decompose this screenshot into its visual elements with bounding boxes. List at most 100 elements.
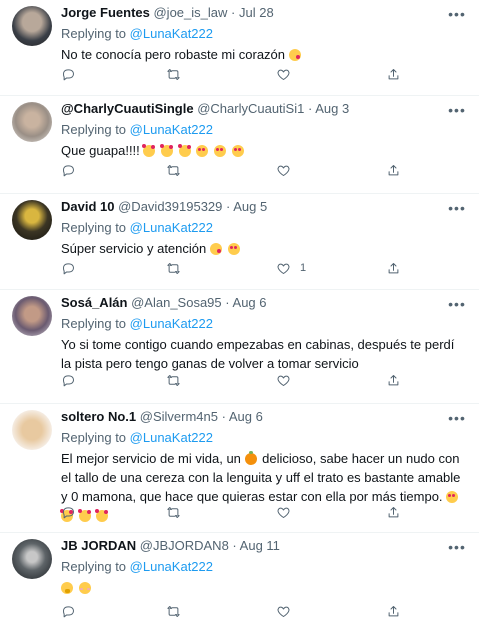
smiling-face-emoji <box>78 582 91 594</box>
more-icon[interactable]: ••• <box>447 411 467 430</box>
mention-link[interactable]: @LunaKat222 <box>130 316 213 331</box>
author-handle[interactable]: @joe_is_law <box>153 5 227 20</box>
tweet-date[interactable]: Jul 28 <box>239 5 274 20</box>
author-handle[interactable]: @Silverm4n5 <box>140 409 218 424</box>
tweet-date[interactable]: Aug 3 <box>315 101 349 116</box>
share-button[interactable] <box>386 160 401 180</box>
reply-button[interactable] <box>61 370 76 390</box>
retweet-button[interactable] <box>166 64 181 84</box>
more-icon[interactable]: ••• <box>447 540 467 559</box>
share-button[interactable] <box>386 370 401 390</box>
share-button[interactable] <box>386 64 401 84</box>
heart-eyes-emoji <box>213 145 226 157</box>
author-name[interactable]: Sosá_Alán <box>61 295 127 310</box>
like-button[interactable] <box>276 64 291 84</box>
tweet-text-content: Que guapa!!!! <box>61 143 140 158</box>
avatar[interactable] <box>12 539 52 579</box>
author-name[interactable]: @CharlyCuautiSingle <box>61 101 194 116</box>
retweet-icon <box>167 374 180 386</box>
heart-eyes-emoji <box>446 491 459 503</box>
retweet-button[interactable] <box>166 370 181 390</box>
mention-link[interactable]: @LunaKat222 <box>130 122 213 137</box>
author-handle[interactable]: @David39195329 <box>118 199 222 214</box>
smiling-face-with-hearts-emoji <box>160 144 174 157</box>
retweet-button[interactable] <box>166 258 181 278</box>
tweet-header: JB JORDAN @JBJORDAN8 · Aug 11 <box>61 537 465 555</box>
share-button[interactable] <box>386 258 401 278</box>
reply-button[interactable] <box>61 160 76 180</box>
retweet-icon <box>167 164 180 176</box>
retweet-button[interactable] <box>166 601 181 621</box>
tweet[interactable]: Sosá_Alán @Alan_Sosa95 · Aug 6 Replying … <box>0 290 479 404</box>
reply-icon <box>63 605 74 617</box>
retweet-icon <box>167 506 180 518</box>
separator: · <box>226 199 231 214</box>
author-handle[interactable]: @JBJORDAN8 <box>140 538 229 553</box>
like-button[interactable] <box>276 601 291 621</box>
retweet-button[interactable] <box>166 502 181 522</box>
tweet[interactable]: JB JORDAN @JBJORDAN8 · Aug 11 Replying t… <box>0 533 479 629</box>
tweet-actions <box>61 601 401 621</box>
like-icon <box>277 375 290 386</box>
share-button[interactable] <box>386 502 401 522</box>
avatar[interactable] <box>12 296 52 336</box>
separator: · <box>221 409 226 424</box>
tweet-date[interactable]: Aug 11 <box>240 538 280 553</box>
avatar[interactable] <box>12 6 52 46</box>
like-button[interactable] <box>276 502 291 522</box>
author-handle[interactable]: @CharlyCuautiSi1 <box>197 101 304 116</box>
reply-button[interactable] <box>61 502 76 522</box>
tweet-date[interactable]: Aug 6 <box>229 409 263 424</box>
mention-link[interactable]: @LunaKat222 <box>130 430 213 445</box>
avatar[interactable] <box>12 102 52 142</box>
tweet[interactable]: David 10 @David39195329 · Aug 5 Replying… <box>0 194 479 290</box>
more-icon[interactable]: ••• <box>447 297 467 316</box>
tweet[interactable]: @CharlyCuautiSingle @CharlyCuautiSi1 · A… <box>0 96 479 194</box>
mention-link[interactable]: @LunaKat222 <box>130 559 213 574</box>
retweet-button[interactable] <box>166 160 181 180</box>
replying-to-label: Replying to <box>61 26 127 41</box>
like-button[interactable]: 1 <box>276 258 306 278</box>
peach-emoji <box>244 451 257 465</box>
tweet-actions <box>61 160 401 180</box>
tweet-text: Súper servicio y atención <box>61 239 465 258</box>
mention-link[interactable]: @LunaKat222 <box>130 26 213 41</box>
author-name[interactable]: soltero No.1 <box>61 409 136 424</box>
reply-icon <box>63 506 74 518</box>
separator: · <box>225 295 230 310</box>
tweet[interactable]: Jorge Fuentes @joe_is_law · Jul 28 Reply… <box>0 0 479 96</box>
hand-over-mouth-emoji <box>61 582 73 594</box>
separator: · <box>307 101 313 116</box>
author-name[interactable]: Jorge Fuentes <box>61 5 150 20</box>
kissing-face-emoji <box>288 49 301 61</box>
reply-button[interactable] <box>61 64 76 84</box>
tweet-date[interactable]: Aug 5 <box>233 199 267 214</box>
author-handle[interactable]: @Alan_Sosa95 <box>131 295 222 310</box>
tweet-text-content: Súper servicio y atención <box>61 241 207 256</box>
reply-button[interactable] <box>61 601 76 621</box>
mention-link[interactable]: @LunaKat222 <box>130 220 213 235</box>
avatar[interactable] <box>12 200 52 240</box>
avatar[interactable] <box>12 410 52 450</box>
smiling-face-with-hearts-emoji <box>177 144 191 157</box>
share-button[interactable] <box>386 601 401 621</box>
reply-icon <box>63 262 74 274</box>
more-icon[interactable]: ••• <box>447 201 467 220</box>
tweet-header: @CharlyCuautiSingle @CharlyCuautiSi1 · A… <box>61 100 465 118</box>
tweet-actions <box>61 370 401 390</box>
author-name[interactable]: JB JORDAN <box>61 538 136 553</box>
author-name[interactable]: David 10 <box>61 199 114 214</box>
tweet[interactable]: soltero No.1 @Silverm4n5 · Aug 6 Replyin… <box>0 404 479 533</box>
like-button[interactable] <box>276 370 291 390</box>
tweet-date[interactable]: Aug 6 <box>233 295 267 310</box>
like-button[interactable] <box>276 160 291 180</box>
tweet-text-content: Yo si tome contigo cuando empezabas en c… <box>61 337 455 371</box>
heart-eyes-emoji <box>231 145 244 157</box>
tweet-text-content: No te conocía pero robaste mi corazón <box>61 47 286 62</box>
more-icon[interactable]: ••• <box>447 7 467 26</box>
reply-icon <box>63 164 74 176</box>
reply-button[interactable] <box>61 258 76 278</box>
tweet-text: Que guapa!!!! <box>61 141 465 160</box>
like-icon <box>277 263 290 274</box>
more-icon[interactable]: ••• <box>447 103 467 122</box>
